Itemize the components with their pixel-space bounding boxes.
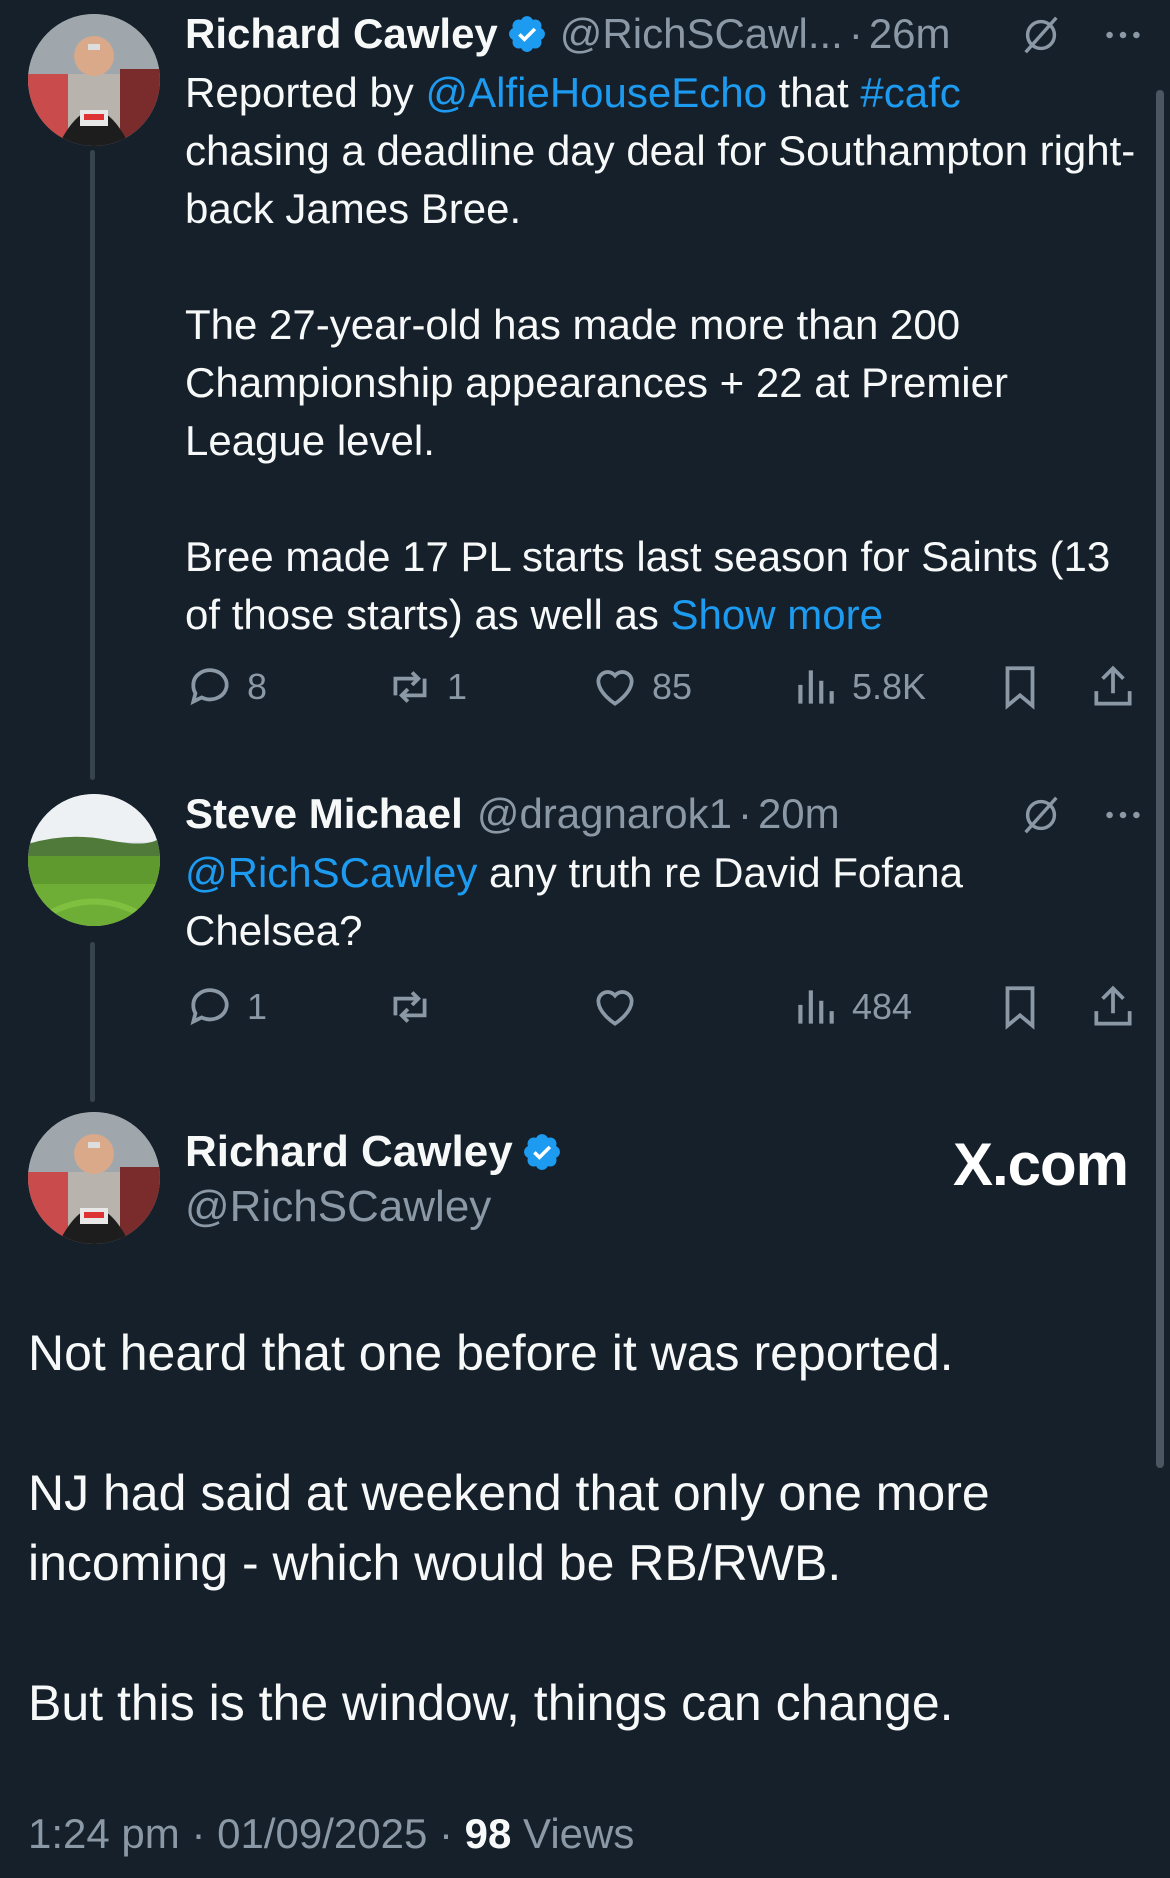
tweet-1-actions: 8 1 85 5.8K [185, 662, 1132, 722]
repost-count: 1 [447, 666, 468, 707]
tweet-header: Steve Michael @dragnarok1 · 20m [185, 784, 1146, 844]
grok-icon[interactable] [1018, 792, 1064, 838]
views-button[interactable]: 484 [790, 982, 912, 1032]
author-name[interactable]: Richard Cawley [185, 1127, 513, 1177]
tweet-text: @RichSCawley any truth re David Fofana C… [185, 844, 1146, 960]
tweet-1[interactable]: Richard Cawley @RichSCawl... · 26m Repor… [185, 4, 1146, 644]
like-icon [596, 670, 634, 706]
thread-connector [90, 150, 95, 780]
verified-badge-icon [508, 16, 545, 52]
tweet-time[interactable]: 26m [869, 10, 951, 58]
xcom-watermark: X.com [952, 1131, 1129, 1198]
grok-icon[interactable] [1018, 12, 1064, 58]
like-button[interactable] [590, 982, 652, 1032]
more-icon[interactable] [1100, 12, 1146, 58]
tweet-2-actions: 1 484 [185, 982, 1132, 1042]
like-count: 85 [652, 666, 693, 707]
views-count: 484 [852, 986, 913, 1027]
author-handle[interactable]: @RichSCawl... [560, 10, 843, 58]
mention-link[interactable]: @RichSCawley [185, 849, 477, 896]
show-more-link[interactable]: Show more [671, 591, 883, 638]
share-icon [1094, 985, 1132, 1026]
repost-button[interactable] [385, 982, 447, 1032]
tweet-date[interactable]: 01/09/2025 [217, 1810, 427, 1857]
reply-icon [190, 668, 229, 706]
author-name[interactable]: Richard Cawley [185, 10, 498, 58]
separator-dot: · [848, 10, 863, 57]
avatar-richard-cawley[interactable] [28, 14, 160, 146]
share-icon [1094, 665, 1132, 706]
repost-icon [393, 671, 427, 703]
like-icon [596, 990, 634, 1026]
tweet-text-part: chasing a deadline day deal for Southamp… [185, 127, 1136, 638]
share-button[interactable] [1088, 982, 1138, 1032]
views-total: 98 [464, 1810, 512, 1857]
avatar-richard-cawley[interactable] [28, 1112, 160, 1244]
main-tweet-text: Not heard that one before it was reporte… [28, 1325, 990, 1731]
tweet-timestamp[interactable]: 1:24 pm [28, 1810, 180, 1857]
reply-count: 1 [247, 986, 268, 1027]
repost-button[interactable]: 1 [385, 662, 467, 712]
reply-button[interactable]: 1 [185, 982, 267, 1032]
tweet-meta: 1:24 pm · 01/09/2025 · 98 Views [28, 1810, 634, 1858]
thread-view: Richard Cawley @RichSCawl... · 26m Repor… [0, 0, 1170, 1878]
tweet-text: Reported by @AlfieHouseEcho that #cafc c… [185, 64, 1146, 644]
separator-dot: · [191, 1810, 206, 1857]
views-button[interactable]: 5.8K [790, 662, 926, 712]
reply-icon [190, 988, 229, 1026]
repost-icon [393, 991, 427, 1023]
views-icon [798, 990, 834, 1024]
views-icon [798, 670, 834, 704]
author-name[interactable]: Steve Michael [185, 790, 463, 838]
bookmark-button[interactable] [995, 662, 1045, 712]
like-button[interactable]: 85 [590, 662, 692, 712]
tweet-header-actions [1018, 12, 1146, 58]
share-button[interactable] [1088, 662, 1138, 712]
scrollbar[interactable] [1156, 90, 1164, 1468]
separator-dot: · [439, 1810, 453, 1857]
bookmark-icon [1005, 666, 1035, 710]
verified-badge-icon [523, 1134, 560, 1170]
thread-connector [90, 942, 95, 1102]
bookmark-icon [1005, 986, 1035, 1030]
tweet-2[interactable]: Steve Michael @dragnarok1 · 20m @RichSCa… [185, 784, 1146, 960]
tweet-time[interactable]: 20m [758, 790, 840, 838]
more-icon[interactable] [1100, 792, 1146, 838]
reply-count: 8 [247, 666, 268, 707]
mention-link[interactable]: @AlfieHouseEcho [425, 69, 766, 116]
reply-button[interactable]: 8 [185, 662, 267, 712]
bookmark-button[interactable] [995, 982, 1045, 1032]
tweet-text-part: Reported by [185, 69, 426, 116]
views-label: Views [511, 1810, 635, 1857]
tweet-header-actions [1018, 792, 1146, 838]
hashtag-link[interactable]: #cafc [860, 69, 960, 116]
views-count: 5.8K [852, 666, 927, 707]
separator-dot: · [737, 790, 752, 837]
tweet-header: Richard Cawley @RichSCawl... · 26m [185, 4, 1146, 64]
author-handle[interactable]: @dragnarok1 [477, 790, 732, 838]
tweet-text-part: that [766, 69, 861, 116]
avatar-steve-michael[interactable] [28, 794, 160, 926]
